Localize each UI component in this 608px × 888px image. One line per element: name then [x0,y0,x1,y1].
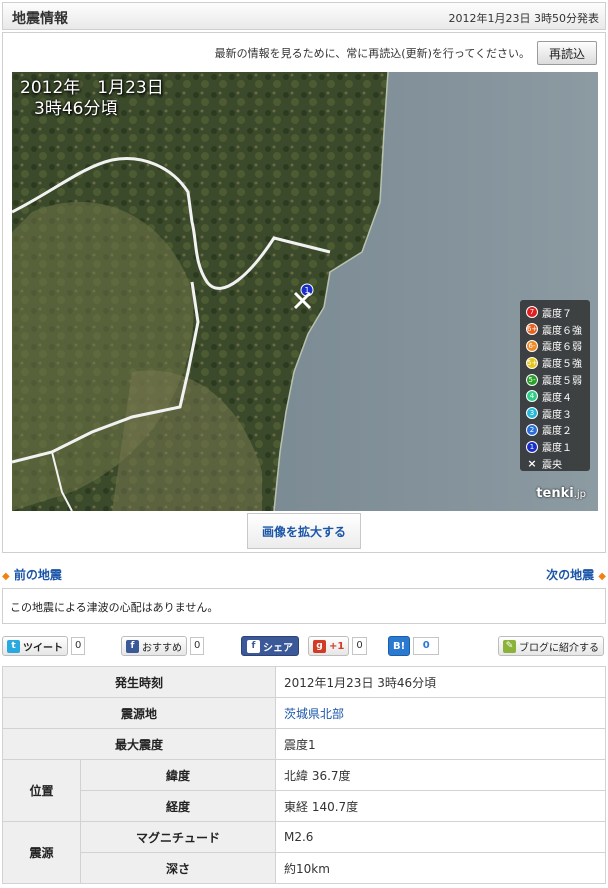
legend-item: × 震央 [526,455,590,472]
occurred-label: 発生時刻 [2,666,276,698]
fb-recommend-widget: f おすすめ 0 [121,636,205,656]
longitude-value: 東経 140.7度 [275,790,606,822]
tsunami-notice: この地震による津波の心配はありません。 [2,588,606,624]
legend-label: 震央 [542,460,562,472]
hatena-count: 0 [413,637,440,655]
table-row: 深さ 約10km [3,852,606,884]
max-intensity-label: 最大震度 [2,728,276,760]
table-row: 震源地 茨城県北部 [2,697,606,729]
fb-recommend-button[interactable]: f おすすめ [121,636,187,656]
intensity-dot-icon: 6+ [526,323,538,336]
table-row: 最大震度 震度1 [2,728,606,760]
tweet-count: 0 [71,637,86,655]
enlarge-image-button[interactable]: 画像を拡大する [247,513,361,549]
legend-label: 震度５強 [542,359,582,371]
depth-value: 約10km [275,852,606,884]
pencil-icon: ✎ [503,639,516,653]
intensity-dot-icon: 1 [526,440,538,453]
latitude-label: 緯度 [80,759,276,791]
intensity-dot-icon: 2 [526,423,538,436]
intensity-legend: 7 震度７ 6+ 震度６強 6- 震度６弱 5+ 震度５強 5- 震度５弱 4 震度４ 3 震度３ 2 震度２… [520,300,590,471]
page-title: 地震情報 [12,11,68,27]
legend-label: 震度３ [542,409,572,421]
arrow-right-icon: ◆ [598,571,606,582]
legend-item: 6- 震度６弱 [526,338,590,355]
reload-button[interactable]: 再読込 [537,41,597,65]
gplus-count: 0 [352,637,367,655]
longitude-label: 経度 [80,790,276,822]
depth-label: 深さ [80,852,276,884]
gplus-icon: g [313,639,326,653]
tweet-button[interactable]: t ツイート [2,636,68,656]
legend-item: 7 震度７ [526,304,590,321]
fb-share-button[interactable]: f シェア [241,636,299,656]
legend-item: 4 震度４ [526,388,590,405]
next-quake-link[interactable]: 次の地震 ◆ [546,566,606,583]
refresh-note: 最新の情報を見るために、常に再読込(更新)を行ってください。 [214,47,530,60]
legend-item: 5+ 震度５強 [526,354,590,371]
gplus-button[interactable]: g +1 [308,636,350,656]
legend-label: 震度１ [542,443,572,455]
table-row: 経度 東経 140.7度 [3,790,606,822]
magnitude-value: M2.6 [275,821,606,853]
intensity-dot-icon: 5+ [526,356,538,369]
published-time: 2012年1月23日 3時50分発表 [448,12,599,25]
fb-share-widget: f シェア [241,636,299,656]
legend-label: 震度６強 [542,325,582,337]
legend-item: 3 震度３ [526,405,590,422]
facebook-icon: f [126,639,139,653]
hatena-bookmark-button[interactable]: B! [388,636,411,656]
table-row: 震源 マグニチュード M2.6 [2,821,606,884]
epicenter-x-icon: × [527,457,537,471]
epicenter-badge: 1 [304,286,309,295]
intensity-dot-icon: 6- [526,339,538,352]
brand-logo: tenki.jp [536,486,586,501]
legend-label: 震度５弱 [542,376,582,388]
max-intensity-value: 震度1 [275,728,606,760]
map-timestamp: 2012年 1月23日 3時46分頃 [20,78,164,120]
legend-item: 1 震度１ [526,438,590,455]
blog-share-button[interactable]: ✎ ブログに紹介する [498,636,604,656]
map-date: 2012年 1月23日 [20,78,164,98]
hatena-widget: B! 0 [388,636,440,656]
latitude-value: 北緯 36.7度 [275,759,606,791]
page-header: 地震情報 2012年1月23日 3時50分発表 [2,2,606,30]
intensity-dot-icon: 5- [526,373,538,386]
table-row: 発生時刻 2012年1月23日 3時46分頃 [2,666,606,698]
epicenter-link[interactable]: 茨城県北部 [284,707,344,721]
arrow-left-icon: ◆ [2,571,10,582]
quake-details-table: 発生時刻 2012年1月23日 3時46分頃 震源地 茨城県北部 最大震度 震度… [2,666,606,884]
table-row: 位置 緯度 北緯 36.7度 [2,759,606,822]
legend-item: 5- 震度５弱 [526,371,590,388]
legend-label: 震度６弱 [542,342,582,354]
legend-item: 2 震度２ [526,422,590,439]
epicenter-label: 震源地 [2,697,276,729]
legend-item: 6+ 震度６強 [526,321,590,338]
legend-label: 震度４ [542,392,572,404]
intensity-dot-icon: 7 [526,306,538,319]
source-label: 震源 [2,821,81,884]
position-label: 位置 [2,759,81,822]
map-time: 3時46分頃 [34,99,118,119]
fb-recommend-count: 0 [190,637,205,655]
legend-label: 震度２ [542,426,572,438]
satellite-map-image: 1 [12,72,598,511]
facebook-share-icon: f [247,639,260,653]
intensity-dot-icon: 3 [526,407,538,420]
prev-quake-link[interactable]: ◆ 前の地震 [2,566,62,583]
magnitude-label: マグニチュード [80,821,276,853]
seismic-map[interactable]: 1 2012年 1月23日 3時46分頃 7 震度７ 6+ 震度６強 6- 震度６弱 5+ 震… [12,72,598,511]
twitter-icon: t [7,639,20,653]
legend-label: 震度７ [542,308,572,320]
intensity-dot-icon: 4 [526,390,538,403]
tweet-widget: t ツイート 0 [2,636,86,656]
map-panel: 最新の情報を見るために、常に再読込(更新)を行ってください。 再読込 1 201… [2,32,606,553]
gplus-widget: g +1 0 [308,636,367,656]
blog-share-widget: ✎ ブログに紹介する [498,636,604,656]
occurred-value: 2012年1月23日 3時46分頃 [275,666,606,698]
